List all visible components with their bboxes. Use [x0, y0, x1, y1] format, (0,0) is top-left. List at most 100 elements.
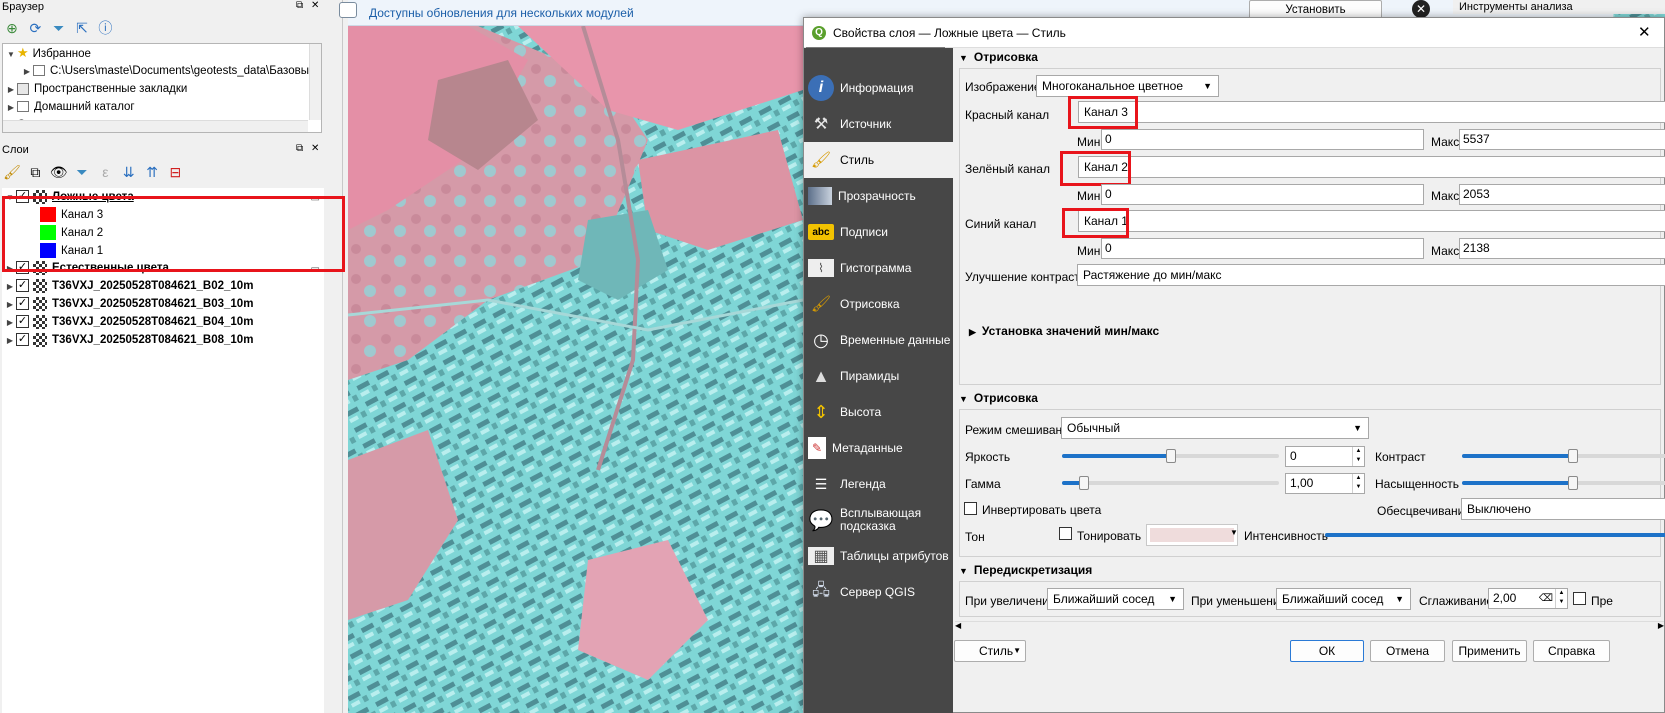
early-resampling-checkbox[interactable] — [1573, 592, 1586, 605]
zoom-in-resampling-combo[interactable]: Ближайший сосед ▼ — [1047, 588, 1184, 610]
browser-vscroll[interactable] — [309, 44, 321, 120]
slider-handle[interactable] — [1568, 476, 1579, 490]
chevron-down-icon: ▼ — [1203, 81, 1212, 91]
blend-mode-combo[interactable]: Обычный ▼ — [1061, 417, 1369, 439]
remove-layer-icon[interactable]: ⊟ — [165, 163, 185, 183]
apply-button[interactable]: Применить — [1452, 640, 1527, 662]
red-max-input[interactable]: 5537 — [1459, 129, 1665, 150]
gamma-spinbox[interactable]: 1,00 ▲ ▼ — [1285, 473, 1365, 494]
layer-b08[interactable]: ▶ ✓ T36VXJ_20250528T084621_B08_10m — [2, 331, 324, 349]
minmax-settings-toggle[interactable]: ▶ Установка значений мин/макс — [969, 324, 1159, 338]
nav-item-legend[interactable]: ☰ Легенда — [804, 466, 953, 502]
gamma-slider[interactable] — [1062, 476, 1279, 490]
green-min-input[interactable]: 0 — [1101, 184, 1424, 205]
add-group-icon[interactable]: ⧉ — [25, 163, 45, 183]
browser-item-home[interactable]: ▶ Домашний каталог — [3, 98, 321, 116]
layer-visibility-checkbox[interactable]: ✓ — [16, 297, 29, 311]
nav-item-temporal[interactable]: ◷ Временные данные — [804, 322, 953, 358]
collapse-all-icon[interactable]: ⇈ — [142, 163, 162, 183]
browser-item-label: Домашний каталог — [34, 101, 135, 113]
combo-value: Ближайший сосед — [1282, 592, 1384, 606]
nav-item-qgis-server[interactable]: 🖧 Сервер QGIS — [804, 574, 953, 610]
invert-colors-checkbox[interactable] — [964, 502, 977, 515]
saturation-slider[interactable] — [1462, 476, 1665, 490]
spin-arrows-icon[interactable]: ▲ ▼ — [1352, 447, 1364, 466]
info-icon[interactable]: ⓘ — [95, 18, 115, 38]
blue-max-input[interactable]: 2138 — [1459, 238, 1665, 259]
resampling-header[interactable]: ▼ Передискретизация — [959, 560, 1661, 580]
browser-item-favorites[interactable]: ▼ ★ Избранное — [3, 44, 321, 62]
nav-item-source[interactable]: ⚒ Источник — [804, 106, 953, 142]
notification-text[interactable]: Доступны обновления для нескольких модул… — [369, 6, 634, 20]
spin-arrows-icon[interactable]: ▲ ▼ — [1555, 589, 1567, 608]
refresh-icon[interactable]: ⟳ — [25, 19, 45, 39]
help-button[interactable]: Справка — [1533, 640, 1610, 662]
nav-item-attribute-tables[interactable]: ▦ Таблицы атрибутов — [804, 538, 953, 574]
colorize-checkbox[interactable] — [1059, 527, 1072, 540]
slider-handle[interactable] — [1165, 449, 1176, 463]
layer-visibility-checkbox[interactable]: ✓ — [16, 279, 29, 293]
collapse-all-icon[interactable]: ⇱ — [72, 19, 92, 39]
float-panel-icon[interactable]: ⧉ — [296, 143, 303, 154]
cancel-button[interactable]: Отмена — [1370, 640, 1445, 662]
nav-item-rendering[interactable]: 🖌 Отрисовка — [804, 286, 953, 322]
render-type-combo[interactable]: Многоканальное цветное ▼ — [1036, 75, 1219, 97]
browser-hscroll[interactable] — [3, 120, 308, 132]
clear-icon[interactable]: ⌫ — [1539, 589, 1553, 608]
nav-item-style[interactable]: 🖌 Стиль — [804, 142, 953, 178]
layer-name: T36VXJ_20250528T084621_B04_10m — [52, 316, 254, 328]
browser-item-folder[interactable]: ▶ C:\Users\maste\Documents\geotests_data\… — [3, 62, 321, 80]
nav-item-labels[interactable]: abc Подписи — [804, 214, 953, 250]
horizontal-scrollbar[interactable]: ◀ ▶ — [955, 621, 1664, 633]
layer-b03[interactable]: ▶ ✓ T36VXJ_20250528T084621_B03_10m — [2, 295, 324, 313]
zoom-out-resampling-combo[interactable]: Ближайший сосед ▼ — [1276, 588, 1411, 610]
ok-button[interactable]: ОК — [1290, 640, 1364, 662]
oversampling-spinbox[interactable]: 2,00 ⌫ ▲ ▼ — [1488, 588, 1568, 609]
layer-b02[interactable]: ▶ ✓ T36VXJ_20250528T084621_B02_10m — [2, 277, 324, 295]
close-panel-icon[interactable]: ✕ — [311, 143, 319, 154]
nav-item-transparency[interactable]: Прозрачность — [804, 178, 953, 214]
visibility-eye-icon[interactable]: 👁 — [49, 163, 69, 183]
contrast-enhancement-combo[interactable]: Растяжение до мин/макс — [1077, 264, 1665, 286]
filter-expression-icon[interactable]: ε — [95, 162, 115, 182]
filter-legend-icon[interactable]: ⏷ — [72, 163, 92, 183]
add-selected-icon[interactable]: ⊕ — [2, 19, 22, 39]
layer-visibility-checkbox[interactable]: ✓ — [16, 315, 29, 329]
filter-icon[interactable]: ⏷ — [49, 19, 69, 39]
close-panel-icon[interactable]: ✕ — [311, 0, 319, 11]
green-max-input[interactable]: 2053 — [1459, 184, 1665, 205]
nav-item-pyramids[interactable]: ▲ Пирамиды — [804, 358, 953, 394]
nav-item-metadata[interactable]: ✎ Метаданные — [804, 430, 953, 466]
contrast-slider[interactable] — [1462, 449, 1665, 463]
grayscale-combo[interactable]: Выключено — [1461, 498, 1665, 520]
nav-label: Подписи — [840, 225, 888, 239]
nav-item-elevation[interactable]: ⇕ Высота — [804, 394, 953, 430]
layer-b04[interactable]: ▶ ✓ T36VXJ_20250528T084621_B04_10m — [2, 313, 324, 331]
browser-item-bookmarks[interactable]: ▶ Пространственные закладки — [3, 80, 321, 98]
blue-band-combo[interactable]: Канал 1 — [1078, 210, 1665, 232]
green-band-combo[interactable]: Канал 2 — [1078, 156, 1665, 178]
layer-visibility-checkbox[interactable]: ✓ — [16, 333, 29, 347]
colorize-color-button[interactable] — [1146, 524, 1238, 546]
color-rendering-header[interactable]: ▼ Отрисовка — [959, 388, 1661, 408]
spin-arrows-icon[interactable]: ▲ ▼ — [1352, 474, 1364, 493]
red-min-input[interactable]: 0 — [1101, 129, 1424, 150]
strength-slider[interactable] — [1325, 533, 1665, 537]
nav-item-histogram[interactable]: ⌇ Гистограмма — [804, 250, 953, 286]
blue-min-input[interactable]: 0 — [1101, 238, 1424, 259]
float-panel-icon[interactable]: ⧉ — [296, 0, 303, 11]
band-rendering-header[interactable]: ▼ Отрисовка — [959, 47, 1661, 67]
nav-item-tooltip[interactable]: 💬 Всплывающая подсказка — [804, 502, 953, 538]
expand-all-icon[interactable]: ⇊ — [119, 163, 139, 183]
close-notification-icon[interactable]: ✕ — [1412, 0, 1430, 18]
style-paint-icon[interactable]: 🖌 — [2, 163, 22, 183]
slider-handle[interactable] — [1568, 449, 1579, 463]
brightness-slider[interactable] — [1062, 449, 1279, 463]
red-band-combo[interactable]: Канал 3 — [1078, 101, 1665, 123]
dialog-close-icon[interactable]: ✕ — [1638, 23, 1651, 41]
slider-handle[interactable] — [1078, 476, 1089, 490]
nav-item-information[interactable]: i Информация — [804, 70, 953, 106]
chevron-down-icon[interactable]: ▼ — [1230, 528, 1238, 537]
brightness-spinbox[interactable]: 0 ▲ ▼ — [1285, 446, 1365, 467]
style-menu-button[interactable]: Стиль ▼ — [954, 640, 1026, 662]
